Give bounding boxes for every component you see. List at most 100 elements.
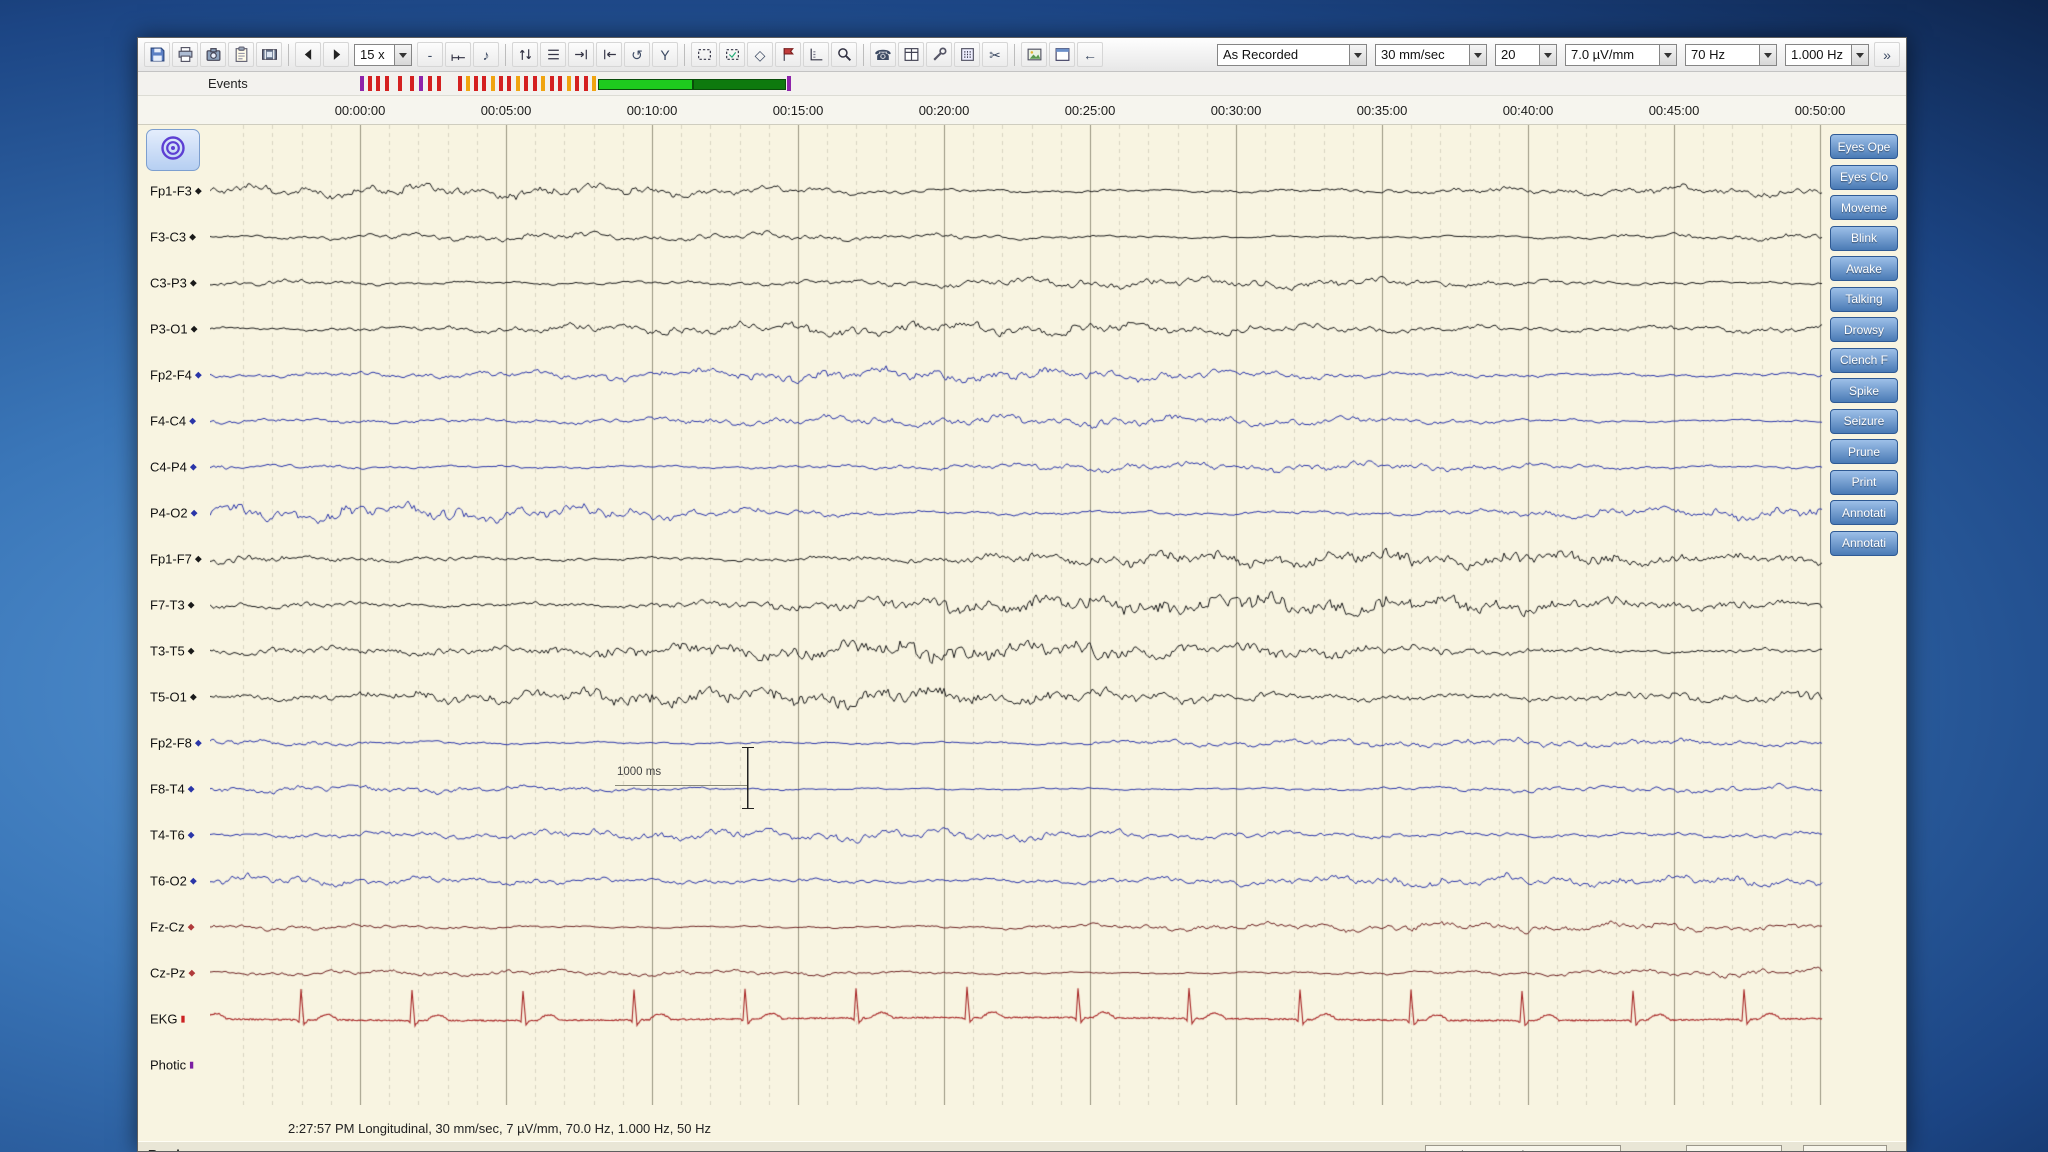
event-tick[interactable]: [385, 76, 389, 91]
save-icon[interactable]: [144, 42, 170, 67]
pan-forward-icon[interactable]: [568, 42, 594, 67]
channel-label-p3-o1[interactable]: P3-O1 ◆: [150, 322, 198, 337]
event-button-prune[interactable]: Prune: [1830, 439, 1898, 464]
print-icon[interactable]: [172, 42, 198, 67]
event-tick[interactable]: [584, 76, 588, 91]
channel-label-ekg[interactable]: EKG ▮: [150, 1012, 185, 1027]
snapshot-icon[interactable]: [200, 42, 226, 67]
pan-back-icon[interactable]: [596, 42, 622, 67]
status-protocol[interactable]: Reader Protocol: [1425, 1145, 1621, 1151]
event-tick[interactable]: [360, 76, 364, 91]
event-button-eyes-ope[interactable]: Eyes Ope: [1830, 134, 1898, 159]
channel-label-f4-c4[interactable]: F4-C4 ◆: [150, 414, 196, 429]
toolbar-overflow-button[interactable]: »: [1874, 42, 1900, 67]
eeg-trace-canvas[interactable]: [210, 125, 1855, 1105]
event-button-drowsy[interactable]: Drowsy: [1830, 317, 1898, 342]
split-window-icon[interactable]: [1049, 42, 1075, 67]
overview-eye-button[interactable]: [146, 129, 200, 171]
event-tick[interactable]: [787, 76, 791, 91]
event-button-print[interactable]: Print: [1830, 469, 1898, 495]
event-tick[interactable]: [524, 76, 528, 91]
montage-select[interactable]: As Recorded: [1217, 43, 1367, 66]
event-tick[interactable]: [516, 76, 520, 91]
event-tick[interactable]: [419, 76, 423, 91]
filter-button[interactable]: Y: [652, 42, 678, 67]
select-region-icon[interactable]: [691, 42, 717, 67]
channel-label-t6-o2[interactable]: T6-O2 ◆: [150, 874, 197, 889]
separator-dash-button[interactable]: -: [417, 42, 443, 67]
event-tick[interactable]: [567, 76, 571, 91]
event-tick[interactable]: [507, 76, 511, 91]
channel-label-p4-o2[interactable]: P4-O2 ◆: [150, 506, 198, 521]
channel-label-t4-t6[interactable]: T4-T6 ◆: [150, 828, 195, 843]
jump-back-button[interactable]: ←: [1077, 42, 1103, 67]
event-tick[interactable]: [558, 76, 562, 91]
timebase-select[interactable]: 30 mm/sec: [1375, 43, 1487, 66]
low-filter-select-arrow-icon[interactable]: [1759, 44, 1776, 65]
high-filter-select-arrow-icon[interactable]: [1851, 44, 1868, 65]
event-tick[interactable]: [437, 76, 441, 91]
channel-label-f3-c3[interactable]: F3-C3 ◆: [150, 230, 196, 245]
channel-label-fz-cz[interactable]: Fz-Cz ◆: [150, 920, 195, 935]
channel-label-f8-t4[interactable]: F8-T4 ◆: [150, 782, 195, 797]
high-filter-select[interactable]: 1.000 Hz: [1785, 43, 1869, 66]
clipboard-icon[interactable]: [228, 42, 254, 67]
event-button-eyes-clo[interactable]: Eyes Clo: [1830, 164, 1898, 190]
event-tick[interactable]: [466, 76, 470, 91]
page-forward-icon[interactable]: [323, 42, 349, 67]
event-button-moveme[interactable]: Moveme: [1830, 195, 1898, 220]
sensitivity-select[interactable]: 7.0 µV/mm: [1565, 43, 1677, 66]
channel-label-t3-t5[interactable]: T3-T5 ◆: [150, 644, 195, 659]
events-progress-bar[interactable]: [693, 79, 786, 90]
channel-label-f7-t3[interactable]: F7-T3 ◆: [150, 598, 195, 613]
event-button-annotati[interactable]: Annotati: [1830, 500, 1898, 525]
low-filter-select[interactable]: 70 Hz: [1685, 43, 1777, 66]
event-tick[interactable]: [376, 76, 380, 91]
channel-label-c3-p3[interactable]: C3-P3 ◆: [150, 276, 197, 291]
channel-label-t5-o1[interactable]: T5-O1 ◆: [150, 690, 197, 705]
event-button-talking[interactable]: Talking: [1830, 286, 1898, 312]
keypad-icon[interactable]: [954, 42, 980, 67]
cut-button[interactable]: ✂: [982, 42, 1008, 67]
event-tick[interactable]: [499, 76, 503, 91]
audio-tool-button[interactable]: ♪: [473, 42, 499, 67]
event-tick[interactable]: [550, 76, 554, 91]
channel-label-fp1-f7[interactable]: Fp1-F7 ◆: [150, 552, 202, 567]
montage-map-icon[interactable]: [256, 42, 282, 67]
channel-count-select-arrow-icon[interactable]: [1539, 44, 1556, 65]
page-back-icon[interactable]: [295, 42, 321, 67]
event-tick[interactable]: [533, 76, 537, 91]
event-tick[interactable]: [474, 76, 478, 91]
event-tick[interactable]: [491, 76, 495, 91]
channel-label-fp1-f3[interactable]: Fp1-F3 ◆: [150, 184, 202, 199]
montage-grid-icon[interactable]: [898, 42, 924, 67]
measure-tool-icon[interactable]: [803, 42, 829, 67]
settings-wrench-icon[interactable]: [926, 42, 952, 67]
event-marker-button[interactable]: ◇: [747, 42, 773, 67]
flag-event-icon[interactable]: [775, 42, 801, 67]
timebase-select-arrow-icon[interactable]: [1469, 44, 1486, 65]
event-tick[interactable]: [368, 76, 372, 91]
event-button-blink[interactable]: Blink: [1830, 225, 1898, 251]
event-tick[interactable]: [398, 76, 402, 91]
event-tick[interactable]: [458, 76, 462, 91]
phone-support-button[interactable]: ☎: [870, 42, 896, 67]
event-tick[interactable]: [541, 76, 545, 91]
event-button-spike[interactable]: Spike: [1830, 378, 1898, 403]
event-button-clench-f[interactable]: Clench F: [1830, 347, 1898, 373]
event-tick[interactable]: [428, 76, 432, 91]
playback-speed-select[interactable]: 15 x: [354, 43, 412, 66]
channel-label-cz-pz[interactable]: Cz-Pz ◆: [150, 966, 195, 981]
montage-select-arrow-icon[interactable]: [1349, 44, 1366, 65]
sensitivity-select-arrow-icon[interactable]: [1659, 44, 1676, 65]
event-tick[interactable]: [575, 76, 579, 91]
channel-label-c4-p4[interactable]: C4-P4 ◆: [150, 460, 197, 475]
channel-label-photic[interactable]: Photic ▮: [150, 1058, 194, 1073]
event-button-annotati-2[interactable]: Annotati: [1830, 530, 1898, 556]
channel-spacing-icon[interactable]: [540, 42, 566, 67]
events-progress-bar[interactable]: [598, 79, 693, 90]
event-button-awake[interactable]: Awake: [1830, 256, 1898, 281]
playback-speed-select-arrow-icon[interactable]: [394, 44, 411, 65]
undo-button[interactable]: ↺: [624, 42, 650, 67]
event-tick[interactable]: [592, 76, 596, 91]
